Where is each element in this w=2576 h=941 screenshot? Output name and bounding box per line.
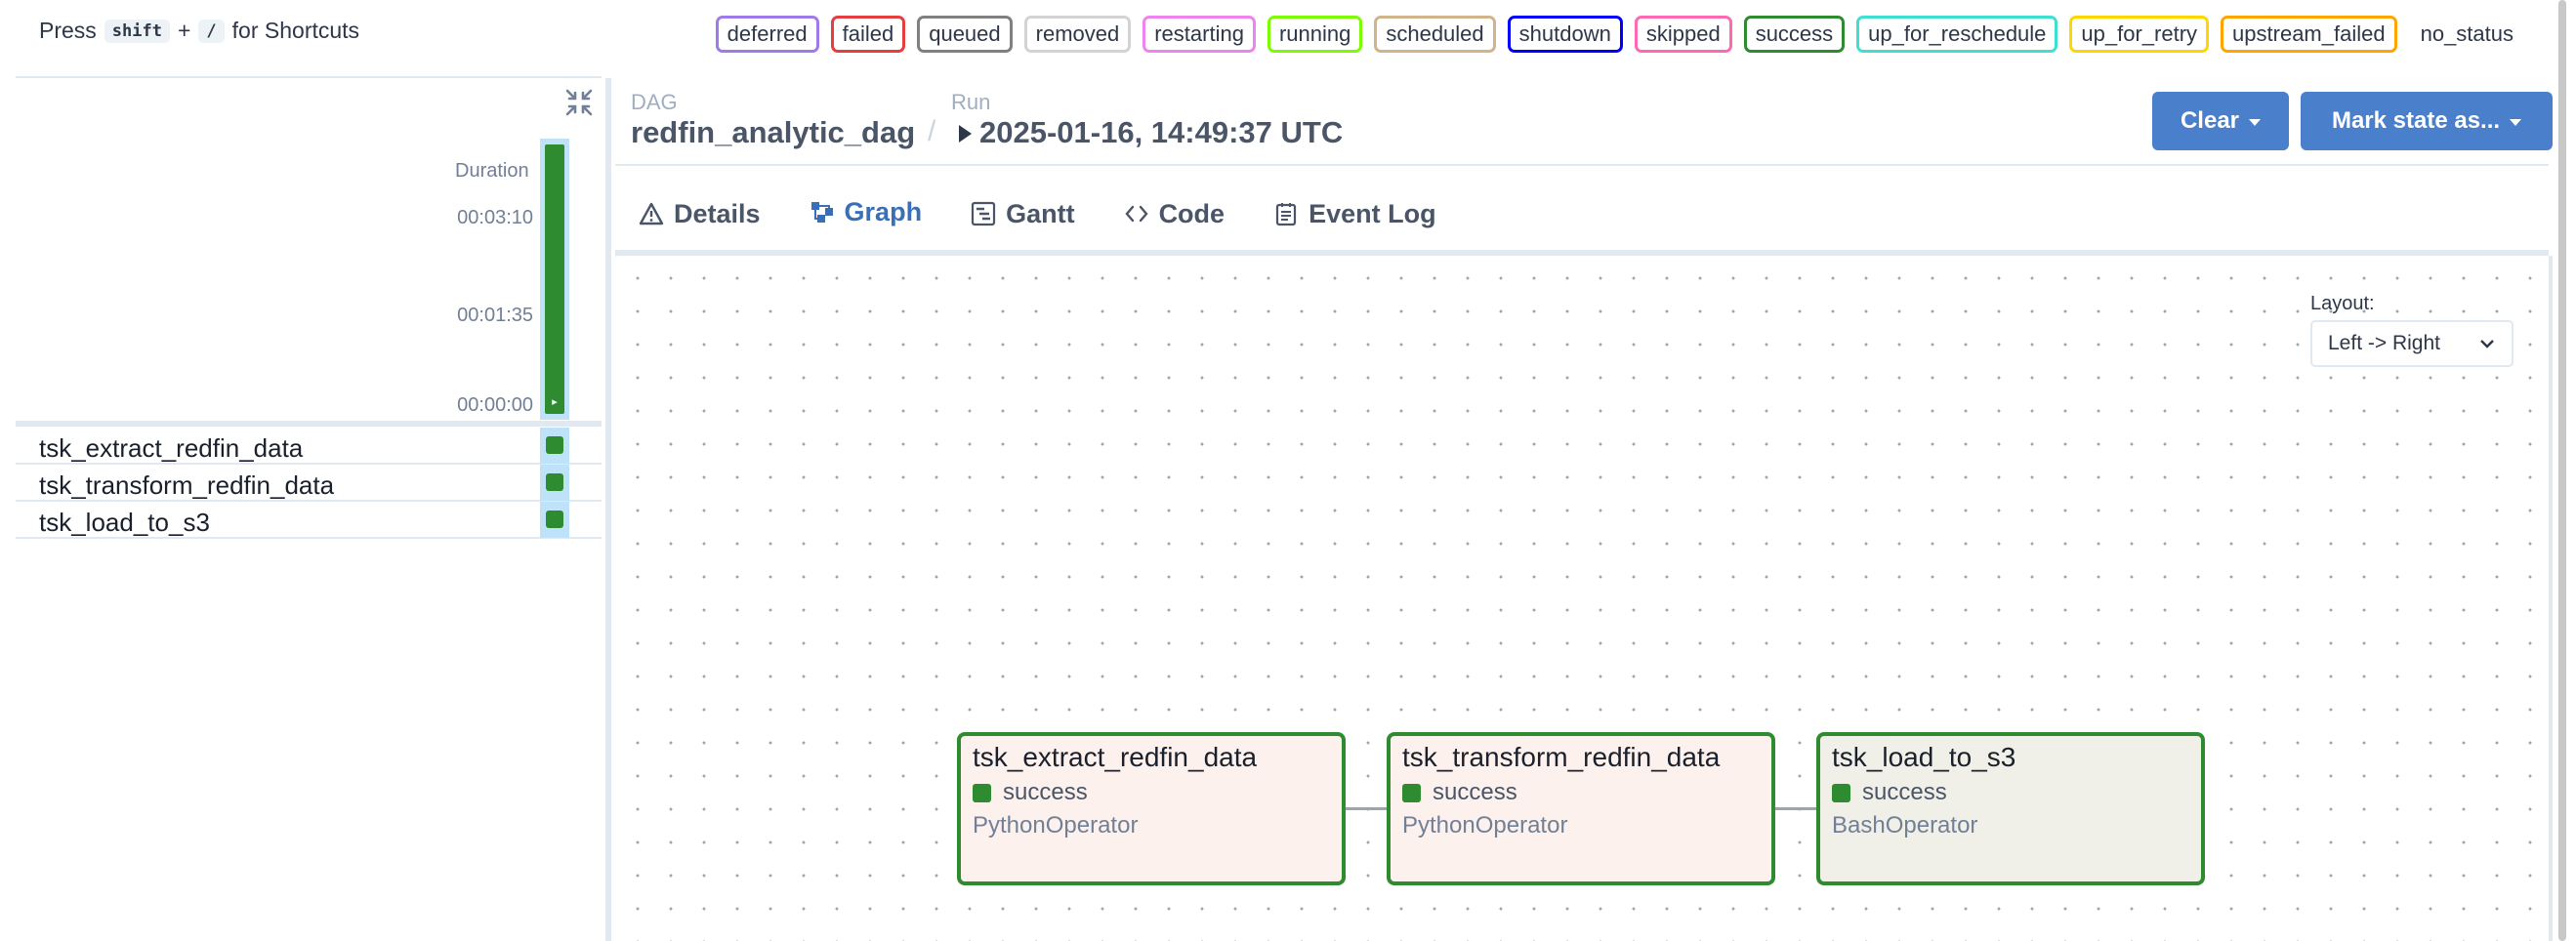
- chevron-down-icon: [2480, 340, 2494, 348]
- legend-removed[interactable]: removed: [1023, 16, 1132, 53]
- duration-tick-max: 00:03:10: [457, 207, 533, 228]
- task-node-operator: PythonOperator: [973, 812, 1139, 839]
- task-name[interactable]: tsk_extract_redfin_data: [39, 433, 303, 464]
- event-log-icon: [1275, 203, 1297, 226]
- task-node-operator: BashOperator: [1832, 812, 1978, 839]
- legend-queued[interactable]: queued: [917, 16, 1013, 53]
- breadcrumb-separator: /: [928, 115, 936, 147]
- graph-border: [2549, 256, 2553, 941]
- graph-edge: [1775, 807, 1818, 810]
- graph-icon: [810, 202, 833, 223]
- dag-label: DAG: [631, 90, 678, 114]
- layout-select-value: Left -> Right: [2328, 332, 2440, 354]
- task-node[interactable]: tsk_extract_redfin_data success PythonOp…: [957, 732, 1346, 885]
- header-divider: [615, 164, 2549, 166]
- clear-button[interactable]: Clear: [2152, 92, 2289, 150]
- graph-edge: [1346, 807, 1389, 810]
- grid-separator: [16, 421, 602, 427]
- tab-event-log-label: Event Log: [1309, 198, 1436, 228]
- tab-details-label: Details: [674, 198, 761, 228]
- layout-select[interactable]: Left -> Right: [2310, 320, 2514, 367]
- legend-deferred[interactable]: deferred: [715, 16, 819, 53]
- chevron-down-icon: [2510, 119, 2522, 126]
- shortcuts-suffix-text: for Shortcuts: [231, 18, 360, 43]
- task-node-state: success: [1862, 779, 1947, 805]
- status-square: [973, 783, 991, 802]
- task-node-name: tsk_load_to_s3: [1832, 742, 2016, 772]
- task-node-name: tsk_extract_redfin_data: [973, 742, 1258, 772]
- run-play-icon: [959, 125, 972, 143]
- task-cell[interactable]: [540, 465, 569, 501]
- legend-running[interactable]: running: [1267, 16, 1363, 53]
- task-cell[interactable]: [540, 428, 569, 464]
- task-row[interactable]: tsk_load_to_s3: [16, 502, 602, 539]
- dag-name-link[interactable]: redfin_analytic_dag: [631, 115, 915, 150]
- status-square: [1402, 783, 1421, 802]
- task-node[interactable]: tsk_transform_redfin_data success Python…: [1387, 732, 1775, 885]
- duration-label: Duration: [455, 160, 529, 182]
- state-legend: deferred failed queued removed restartin…: [715, 16, 2525, 53]
- run-duration-bar[interactable]: [545, 144, 564, 414]
- legend-up-for-reschedule[interactable]: up_for_reschedule: [1856, 16, 2058, 53]
- legend-shutdown[interactable]: shutdown: [1507, 16, 1623, 53]
- task-node[interactable]: tsk_load_to_s3 success BashOperator: [1816, 732, 2205, 885]
- duration-tick-zero: 00:00:00: [457, 394, 533, 416]
- legend-restarting[interactable]: restarting: [1143, 16, 1256, 53]
- plus-text: +: [177, 18, 191, 43]
- shift-key: shift: [104, 19, 170, 43]
- tab-code-label: Code: [1158, 198, 1226, 228]
- top-bar: Press shift + / for Shortcuts deferred f…: [0, 0, 2576, 66]
- task-node-operator: PythonOperator: [1402, 812, 1568, 839]
- gantt-icon: [971, 201, 996, 226]
- task-node-name: tsk_transform_redfin_data: [1402, 742, 1721, 772]
- legend-scheduled[interactable]: scheduled: [1374, 16, 1496, 53]
- play-icon: ▸: [552, 396, 558, 408]
- task-row[interactable]: tsk_transform_redfin_data: [16, 465, 602, 502]
- tab-event-log[interactable]: Event Log: [1260, 174, 1450, 254]
- task-node-state: success: [1433, 779, 1517, 805]
- task-status-square[interactable]: [546, 473, 563, 491]
- task-cell[interactable]: [540, 502, 569, 538]
- task-name[interactable]: tsk_load_to_s3: [39, 508, 210, 538]
- shortcuts-hint: Press shift + / for Shortcuts: [39, 18, 359, 44]
- clear-button-label: Clear: [2180, 107, 2240, 134]
- task-node-status: success: [1832, 779, 1947, 806]
- task-status-square[interactable]: [546, 436, 563, 454]
- code-icon: [1124, 205, 1148, 223]
- slash-key: /: [198, 19, 225, 43]
- layout-label: Layout:: [2310, 293, 2375, 314]
- panel-divider[interactable]: [605, 78, 611, 941]
- legend-no-status[interactable]: no_status: [2409, 16, 2525, 53]
- duration-tick-mid: 00:01:35: [457, 305, 533, 326]
- task-node-status: success: [1402, 779, 1517, 806]
- tab-bar: Details Graph Gantt Code Event Log: [625, 174, 1472, 254]
- warning-icon: [639, 202, 664, 225]
- task-row[interactable]: tsk_extract_redfin_data: [16, 428, 602, 465]
- mark-state-button[interactable]: Mark state as...: [2301, 92, 2553, 150]
- chevron-down-icon: [2249, 119, 2262, 126]
- scrollbar-thumb[interactable]: [2558, 0, 2566, 941]
- tab-gantt-label: Gantt: [1006, 198, 1075, 228]
- tab-details[interactable]: Details: [625, 174, 774, 254]
- legend-skipped[interactable]: skipped: [1634, 16, 1732, 53]
- shortcuts-press-text: Press: [39, 18, 97, 43]
- tab-gantt[interactable]: Gantt: [957, 174, 1089, 254]
- run-label: Run: [951, 90, 991, 114]
- legend-success[interactable]: success: [1743, 16, 1846, 53]
- tab-graph-label: Graph: [844, 196, 923, 226]
- tab-graph[interactable]: Graph: [795, 174, 936, 254]
- legend-failed[interactable]: failed: [830, 16, 906, 53]
- mark-state-button-label: Mark state as...: [2331, 107, 2501, 134]
- legend-up-for-retry[interactable]: up_for_retry: [2069, 16, 2210, 53]
- tab-code[interactable]: Code: [1110, 174, 1239, 254]
- task-node-state: success: [1003, 779, 1088, 805]
- status-square: [1832, 783, 1850, 802]
- run-id-link[interactable]: 2025-01-16, 14:49:37 UTC: [979, 115, 1343, 150]
- collapse-icon[interactable]: [564, 88, 594, 117]
- task-status-square[interactable]: [546, 511, 563, 528]
- legend-upstream-failed[interactable]: upstream_failed: [2221, 16, 2397, 53]
- task-node-status: success: [973, 779, 1088, 806]
- task-name[interactable]: tsk_transform_redfin_data: [39, 470, 334, 501]
